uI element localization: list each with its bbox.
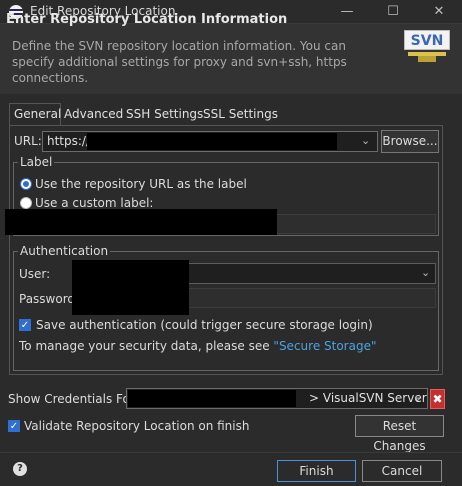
password-label: Password: [19,292,80,306]
save-authentication-checkbox[interactable]: ✓ [19,319,31,331]
help-icon[interactable]: ? [13,462,27,476]
chevron-down-icon[interactable]: ⌄ [413,391,422,404]
svn-logo-text: SVN [404,30,450,50]
url-label: URL: [14,134,42,148]
redacted-block [72,260,189,315]
reset-changes-button[interactable]: Reset Changes [355,415,444,453]
delete-credentials-button[interactable]: ✖ [430,389,445,409]
close-button[interactable]: ✕ [416,0,462,24]
header-description: Define the SVN repository location infor… [12,39,347,85]
validate-location-label[interactable]: Validate Repository Location on finish [24,419,249,433]
tab-ssl-settings[interactable]: SSL Settings [199,104,282,125]
svn-logo: SVN [404,30,450,66]
use-custom-label-text[interactable]: Use a custom label: [35,196,153,210]
url-combo[interactable]: https:// ⌄ [42,131,378,152]
label-group-title: Label [18,155,55,169]
authentication-group-title: Authentication [18,244,111,258]
minimize-button[interactable]: — [324,0,370,24]
browse-button[interactable]: Browse... [381,130,439,153]
validate-location-checkbox[interactable]: ✓ [8,420,20,432]
header-title: Enter Repository Location Information [6,12,288,27]
redacted-block [5,209,277,235]
show-credentials-value: > VisualSVN Server [309,391,427,405]
cancel-button[interactable]: Cancel [362,460,442,482]
use-url-label-radio[interactable] [20,178,32,190]
tab-ssh-settings[interactable]: SSH Settings [122,104,207,125]
manage-security-text: To manage your security data, please see… [19,339,376,353]
use-custom-label-radio[interactable] [20,197,32,209]
show-credentials-combo[interactable]: > VisualSVN Server ⌄ [126,388,428,409]
tab-advanced[interactable]: Advanced [60,104,127,125]
save-authentication-label[interactable]: Save authentication (could trigger secur… [36,318,373,332]
tab-general[interactable]: General [9,103,61,126]
show-credentials-label: Show Credentials For: [8,392,139,406]
use-url-label-text[interactable]: Use the repository URL as the label [35,177,247,191]
chevron-down-icon[interactable]: ⌄ [421,266,430,279]
chevron-down-icon[interactable]: ⌄ [361,134,370,147]
manage-security-label: To manage your security data, please see [19,339,274,353]
secure-storage-link[interactable]: "Secure Storage" [273,339,376,353]
url-value: https:// [47,134,91,148]
redacted-block [87,133,337,150]
finish-button[interactable]: Finish [277,460,356,482]
user-label: User: [19,267,51,281]
redacted-block [128,390,296,407]
maximize-button[interactable]: ☐ [370,0,416,24]
